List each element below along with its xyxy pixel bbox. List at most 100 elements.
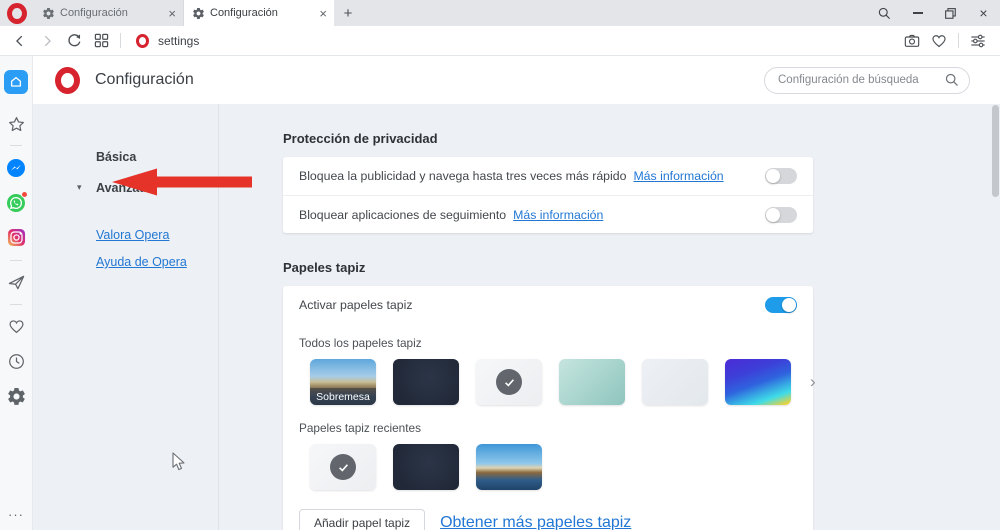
opera-help-link[interactable]: Ayuda de Opera (33, 255, 218, 269)
addressbar-separator (958, 33, 959, 48)
tune-sliders-icon (971, 34, 985, 47)
wallpaper-thumbnail-light-selected[interactable] (310, 444, 376, 490)
messenger-button[interactable] (6, 158, 26, 178)
tabbar-spacer (362, 0, 868, 26)
wallpaper-thumbnail-navy[interactable] (393, 444, 459, 490)
setting-row-tracking: Bloquear aplicaciones de seguimiento Más… (283, 195, 813, 233)
selected-check-icon (330, 454, 356, 480)
settings-header: Configuración (33, 56, 1000, 104)
opera-menu-button[interactable] (0, 0, 34, 26)
tracking-toggle[interactable] (765, 206, 797, 223)
opera-logo-icon (55, 66, 80, 94)
tab-configuracion-1[interactable]: Configuración × (34, 0, 184, 26)
tab-close-icon[interactable]: × (168, 7, 176, 20)
page-title: Configuración (95, 71, 194, 88)
speed-dial-tiles-button[interactable] (89, 29, 113, 53)
wallpaper-thumbnail-teal[interactable] (559, 359, 625, 405)
paper-plane-icon (8, 275, 24, 290)
all-wallpapers-row: Sobremesa › (283, 359, 816, 405)
tab-bar: Configuración × Configuración × + × (0, 0, 1000, 26)
instagram-icon (7, 228, 25, 247)
back-button[interactable] (8, 29, 32, 53)
history-button[interactable] (8, 353, 25, 370)
setting-row-adblock: Bloquea la publicidad y navega hasta tre… (283, 157, 813, 195)
tab-configuracion-2-active[interactable]: Configuración × (184, 0, 334, 26)
toggle-knob (782, 298, 796, 312)
mouse-cursor (172, 452, 185, 471)
rail-divider (10, 304, 22, 305)
speed-dial-button[interactable] (4, 70, 28, 94)
home-icon (10, 76, 22, 87)
wallpaper-thumbnail-light-selected[interactable] (476, 359, 542, 405)
settings-search-box[interactable] (764, 66, 970, 94)
rate-opera-link[interactable]: Valora Opera (33, 228, 218, 242)
settings-tab-icon (43, 7, 54, 19)
rail-divider (10, 145, 22, 146)
setting-label: Bloquea la publicidad y navega hasta tre… (299, 169, 627, 183)
instagram-button[interactable] (7, 228, 26, 247)
restore-icon (945, 7, 956, 19)
wallpaper-thumbnail-beach[interactable]: Sobremesa (310, 359, 376, 405)
rail-more-button[interactable]: ··· (0, 507, 32, 522)
adblock-toggle[interactable] (765, 168, 797, 184)
scrollbar-thumb[interactable] (992, 105, 999, 197)
wallpaper-thumbnail-abstract[interactable] (725, 359, 791, 405)
heart-icon (932, 34, 946, 47)
close-window-button[interactable]: × (967, 0, 1000, 26)
restore-button[interactable] (934, 0, 967, 26)
forward-button[interactable] (35, 29, 59, 53)
messenger-icon (7, 159, 25, 177)
personal-news-button[interactable] (8, 318, 25, 335)
get-more-wallpapers-link[interactable]: Obtener más papeles tapiz (440, 514, 631, 530)
reload-button[interactable] (62, 29, 86, 53)
easy-setup-button[interactable] (966, 29, 990, 53)
wallpapers-toggle[interactable] (765, 297, 797, 313)
recent-wallpapers-label: Papeles tapiz recientes (299, 421, 421, 435)
bookmarks-star-button[interactable] (8, 116, 25, 133)
wallpaper-thumbnail-navy[interactable] (393, 359, 459, 405)
setting-label: Activar papeles tapiz (299, 298, 413, 312)
more-info-link[interactable]: Más información (513, 208, 603, 222)
search-icon (945, 73, 958, 86)
snapshot-button[interactable] (900, 29, 924, 53)
settings-search-input[interactable] (778, 74, 945, 86)
nav-item-basica[interactable]: Básica (33, 150, 218, 164)
url-text: settings (158, 33, 200, 48)
minimize-icon (912, 12, 923, 14)
my-flow-button[interactable] (7, 273, 26, 292)
new-tab-button[interactable]: + (334, 0, 362, 26)
scroll-right-chevron-icon[interactable]: › (810, 372, 816, 392)
annotation-arrow (112, 168, 252, 196)
close-icon: × (979, 5, 988, 21)
heart-icon (8, 320, 24, 334)
opera-logo-icon (7, 2, 27, 24)
setting-label: Bloquear aplicaciones de seguimiento (299, 207, 507, 222)
caret-down-icon: ▾ (77, 182, 82, 192)
section-heading-privacy: Protección de privacidad (283, 131, 438, 146)
toggle-knob (766, 169, 780, 183)
add-wallpaper-button[interactable]: Añadir papel tapiz (299, 509, 426, 530)
whatsapp-button[interactable] (6, 191, 28, 213)
wallpaper-thumbnail-beach[interactable] (476, 444, 542, 490)
opera-site-icon (136, 33, 149, 48)
settings-content: Básica ▾ Avanzado Valora Opera Ayuda de … (33, 104, 1000, 530)
addressbar-separator (120, 33, 121, 48)
wallpaper-thumbnail-pale[interactable] (642, 359, 708, 405)
back-icon (16, 35, 23, 46)
settings-button[interactable] (7, 388, 25, 405)
notification-badge (21, 191, 28, 198)
wallpaper-actions: Añadir papel tapiz Obtener más papeles t… (283, 490, 813, 530)
tab-close-icon[interactable]: × (319, 7, 327, 20)
tab-title: Configuración (210, 7, 278, 19)
more-info-link[interactable]: Más información (633, 169, 723, 183)
address-bar: settings (0, 26, 1000, 56)
settings-panel: Protección de privacidad Bloquea la publ… (219, 104, 1000, 530)
section-heading-wallpapers: Papeles tapiz (283, 260, 366, 275)
forward-icon (44, 35, 51, 46)
settings-tab-icon (193, 7, 204, 19)
tiles-grid-icon (94, 33, 108, 48)
search-tabs-button[interactable] (868, 0, 901, 26)
bookmark-button[interactable] (927, 29, 951, 53)
url-field[interactable]: settings (128, 33, 207, 48)
minimize-button[interactable] (901, 0, 934, 26)
